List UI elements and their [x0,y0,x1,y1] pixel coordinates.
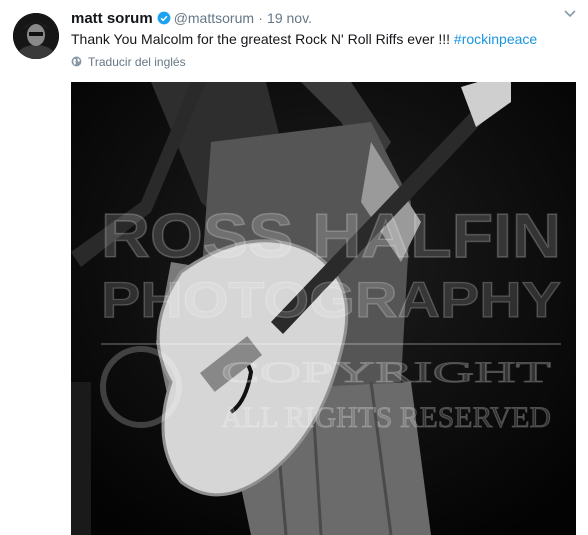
tweet-header: matt sorum @mattsorum · 19 nov. [71,8,312,29]
tweet-photo[interactable]: ROSS HALFIN PHOTOGRAPHY COPYRIGHT ALL RI… [71,82,576,535]
separator-dot: · [258,10,263,26]
tweet-date[interactable]: 19 nov. [267,10,312,26]
watermark-line1: ROSS HALFIN [101,202,561,271]
avatar[interactable] [13,13,59,59]
watermark-line3: COPYRIGHT [221,356,551,389]
verified-badge-icon [157,11,171,25]
mic-stand-base [71,382,91,535]
author-name[interactable]: matt sorum [71,10,153,27]
watermark-line2: PHOTOGRAPHY [101,272,561,328]
hashtag-link[interactable]: #rockinpeace [454,31,537,47]
translate-label: Traducir del inglés [88,55,186,69]
author-handle[interactable]: @mattsorum [174,10,254,26]
chevron-down-icon[interactable] [562,8,578,20]
translate-link[interactable]: Traducir del inglés [71,54,186,70]
tweet-text-main: Thank You Malcolm for the greatest Rock … [71,31,454,47]
tweet: matt sorum @mattsorum · 19 nov. Thank You… [0,0,588,535]
globe-icon [71,56,82,67]
tweet-text: Thank You Malcolm for the greatest Rock … [71,29,537,49]
watermark-line4: ALL RIGHTS RESERVED [221,401,551,434]
